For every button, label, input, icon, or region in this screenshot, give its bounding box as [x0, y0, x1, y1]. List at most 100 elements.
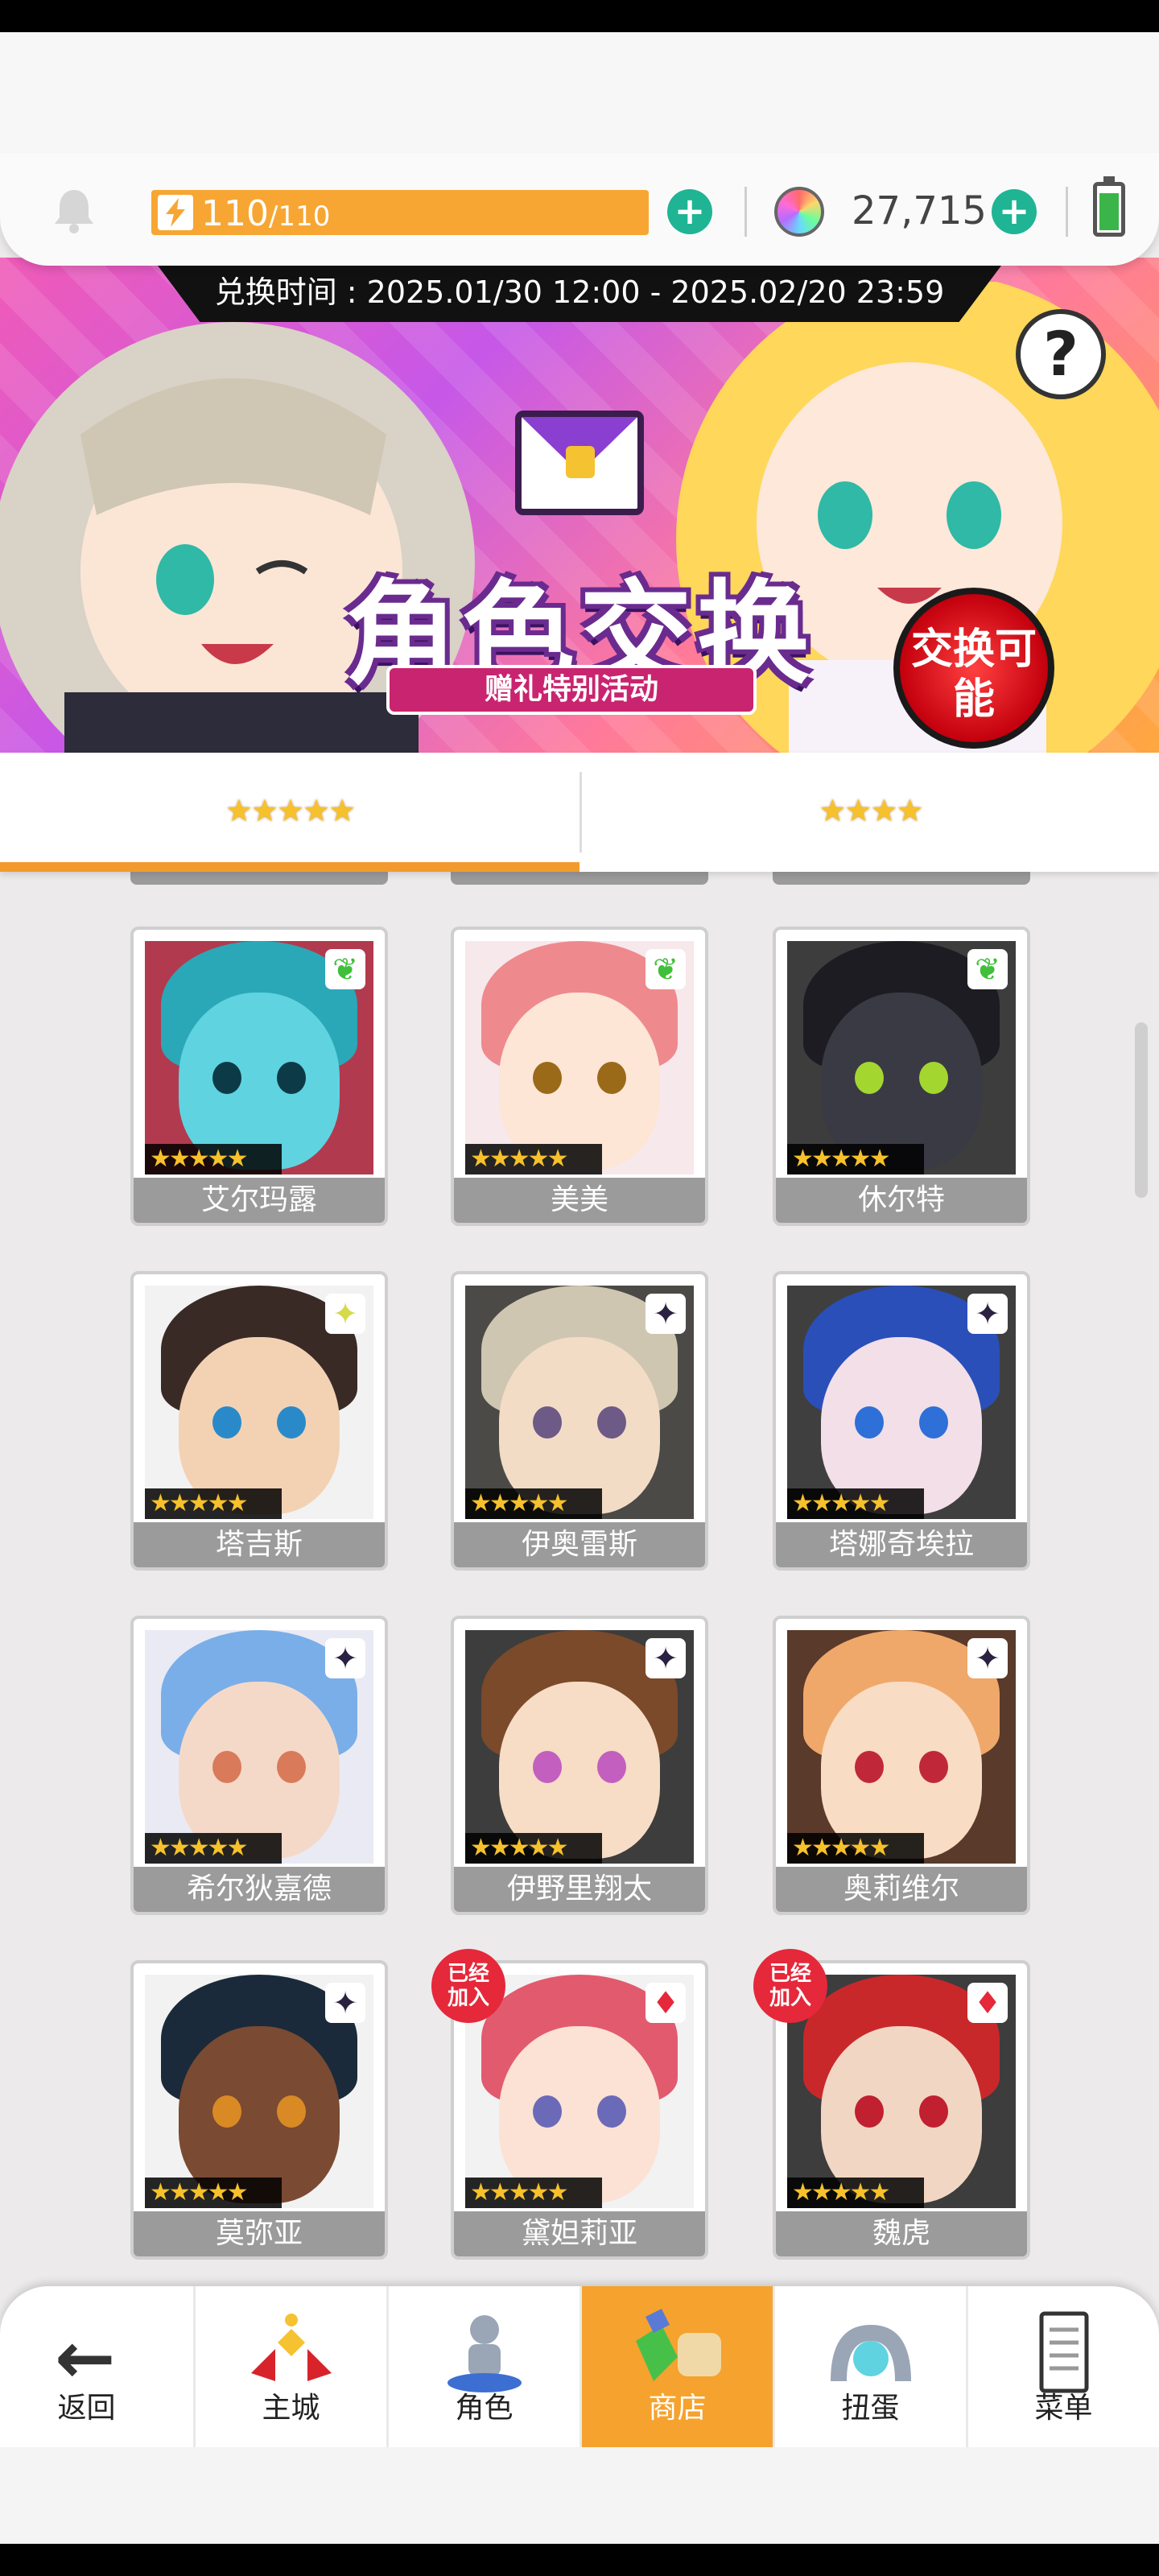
nav-menu-label: 菜单	[1034, 2392, 1093, 2425]
character-name: 黛妲莉亚	[454, 2211, 705, 2256]
portrait-face	[499, 993, 660, 1170]
scrollbar-thumb[interactable]	[1135, 1022, 1148, 1198]
rarity-stars: ★★★★★	[145, 1488, 282, 1519]
character-name: 伊奥雷斯	[454, 1522, 705, 1567]
character-card[interactable]: ♦ ★★★★★ 魏虎 已经 加入	[753, 1949, 1030, 2260]
portrait-eye	[212, 1751, 241, 1783]
joined-badge: 已经 加入	[431, 1949, 505, 2023]
leaf-icon: ❦	[325, 949, 365, 989]
portrait-eye	[533, 1406, 562, 1439]
character-card[interactable]: ♦ ★★★★★ 黛妲莉亚 已经 加入	[431, 1949, 708, 2260]
help-button[interactable]: ?	[1016, 309, 1106, 399]
notification-bell-icon[interactable]	[50, 185, 98, 235]
character-card[interactable]: ✦ ★★★★★ 希尔狄嘉德	[130, 1616, 388, 1915]
stamina-max: /110	[268, 200, 331, 233]
exchange-available-badge: 交换可能	[893, 588, 1054, 749]
character-portrait: ✦ ★★★★★	[787, 1630, 1016, 1864]
nav-back-label: 返回	[57, 2392, 116, 2425]
dark-icon: ✦	[325, 1638, 365, 1678]
nav-main-city-label: 主城	[262, 2392, 320, 2425]
portrait-face	[179, 993, 340, 1170]
portrait-face	[821, 2026, 982, 2203]
divider	[1066, 187, 1068, 237]
character-grid: ❦ ★★★★★ 艾尔玛露 ❦ ★★★★★ 美美 ❦ ★★★★★ 休尔特 ✦ ★★★★★ 塔吉斯 ✦ ★★★…	[0, 872, 1159, 2286]
envelope-icon	[515, 411, 644, 515]
portrait-face	[179, 1682, 340, 1859]
rarity-stars: ★★★★★	[465, 1488, 602, 1519]
leaf-icon: ❦	[967, 949, 1008, 989]
portrait-face	[499, 1682, 660, 1859]
portrait-face	[179, 1337, 340, 1514]
resource-bar: 110/110 + 27,715 +	[0, 153, 1159, 266]
banner-subtitle: 赠礼特别活动	[386, 665, 757, 715]
bottom-navigation: ← 返回 主城 角色 商店 扭蛋 菜单	[0, 2286, 1159, 2447]
character-portrait: ✦ ★★★★★	[465, 1286, 694, 1519]
portrait-eye	[597, 1062, 626, 1094]
rarity-tabs: ★★★★★ ★★★★	[0, 753, 1159, 872]
portrait-face	[499, 2026, 660, 2203]
rarity-stars: ★★★★★	[787, 1488, 924, 1519]
lightning-icon	[158, 195, 193, 230]
portrait-eye	[277, 2095, 306, 2128]
character-card[interactable]: ✦ ★★★★★ 伊奥雷斯	[451, 1271, 708, 1571]
character-card[interactable]: ✦ ★★★★★ 奥莉维尔	[773, 1616, 1030, 1915]
portrait-eye	[855, 1062, 884, 1094]
battery-icon	[1093, 176, 1125, 237]
character-name: 奥莉维尔	[776, 1867, 1027, 1912]
tab-5-star-label: ★★★★★	[225, 793, 356, 828]
event-banner: 兑换时间 : 2025.01/30 12:00 - 2025.02/20 23:…	[0, 258, 1159, 753]
dark-icon: ✦	[325, 1983, 365, 2023]
portrait-eye	[855, 1751, 884, 1783]
character-name: 伊野里翔太	[454, 1867, 705, 1912]
add-gems-button[interactable]: +	[992, 189, 1037, 234]
nav-characters[interactable]: 角色	[386, 2286, 580, 2447]
character-portrait: ✦ ★★★★★	[145, 1630, 373, 1864]
character-card[interactable]: ❦ ★★★★★ 休尔特	[773, 927, 1030, 1226]
portrait-face	[179, 2026, 340, 2203]
bottom-spacer	[0, 2447, 1159, 2544]
character-name: 塔娜奇埃拉	[776, 1522, 1027, 1567]
character-portrait: ✦ ★★★★★	[145, 1975, 373, 2208]
portrait-eye	[919, 2095, 948, 2128]
portrait-eye	[597, 1751, 626, 1783]
portrait-face	[821, 1337, 982, 1514]
dark-icon: ✦	[645, 1638, 686, 1678]
dark-icon: ✦	[967, 1638, 1008, 1678]
character-card[interactable]: ✦ ★★★★★ 塔吉斯	[130, 1271, 388, 1571]
character-card[interactable]: ✦ ★★★★★ 伊野里翔太	[451, 1616, 708, 1915]
character-portrait: ✦ ★★★★★	[787, 1286, 1016, 1519]
character-card[interactable]: ✦ ★★★★★ 莫弥亚	[130, 1960, 388, 2260]
nav-gacha-label: 扭蛋	[841, 2392, 900, 2425]
rarity-stars: ★★★★★	[145, 1144, 282, 1174]
exchange-time: 兑换时间 : 2025.01/30 12:00 - 2025.02/20 23:…	[158, 266, 1001, 322]
top-spacer	[0, 32, 1159, 161]
stamina-meter: 110/110	[151, 190, 649, 235]
stamina-current: 110	[201, 193, 269, 234]
dark-icon: ✦	[967, 1294, 1008, 1334]
portrait-face	[499, 1337, 660, 1514]
nav-main-city[interactable]: 主城	[193, 2286, 386, 2447]
nav-shop[interactable]: 商店	[580, 2286, 773, 2447]
character-portrait: ❦ ★★★★★	[145, 941, 373, 1174]
portrait-eye	[597, 2095, 626, 2128]
nav-back-button[interactable]: ← 返回	[0, 2286, 173, 2447]
leaf-icon: ❦	[645, 949, 686, 989]
portrait-eye	[919, 1062, 948, 1094]
character-card[interactable]: ✦ ★★★★★ 塔娜奇埃拉	[773, 1271, 1030, 1571]
tab-4-star[interactable]: ★★★★	[582, 753, 1159, 872]
nav-gacha[interactable]: 扭蛋	[773, 2286, 966, 2447]
portrait-eye	[533, 2095, 562, 2128]
portrait-eye	[533, 1062, 562, 1094]
nav-menu[interactable]: 菜单	[966, 2286, 1159, 2447]
tab-5-star[interactable]: ★★★★★	[0, 753, 580, 872]
system-nav-bar	[0, 2544, 1159, 2576]
joined-badge: 已经 加入	[753, 1949, 827, 2023]
add-stamina-button[interactable]: +	[667, 189, 712, 234]
character-card[interactable]: ❦ ★★★★★ 艾尔玛露	[130, 927, 388, 1226]
portrait-eye	[855, 1406, 884, 1439]
nav-shop-label: 商店	[648, 2392, 707, 2425]
character-card[interactable]: ❦ ★★★★★ 美美	[451, 927, 708, 1226]
portrait-eye	[277, 1751, 306, 1783]
active-tab-indicator	[0, 862, 580, 872]
portrait-eye	[212, 1406, 241, 1439]
